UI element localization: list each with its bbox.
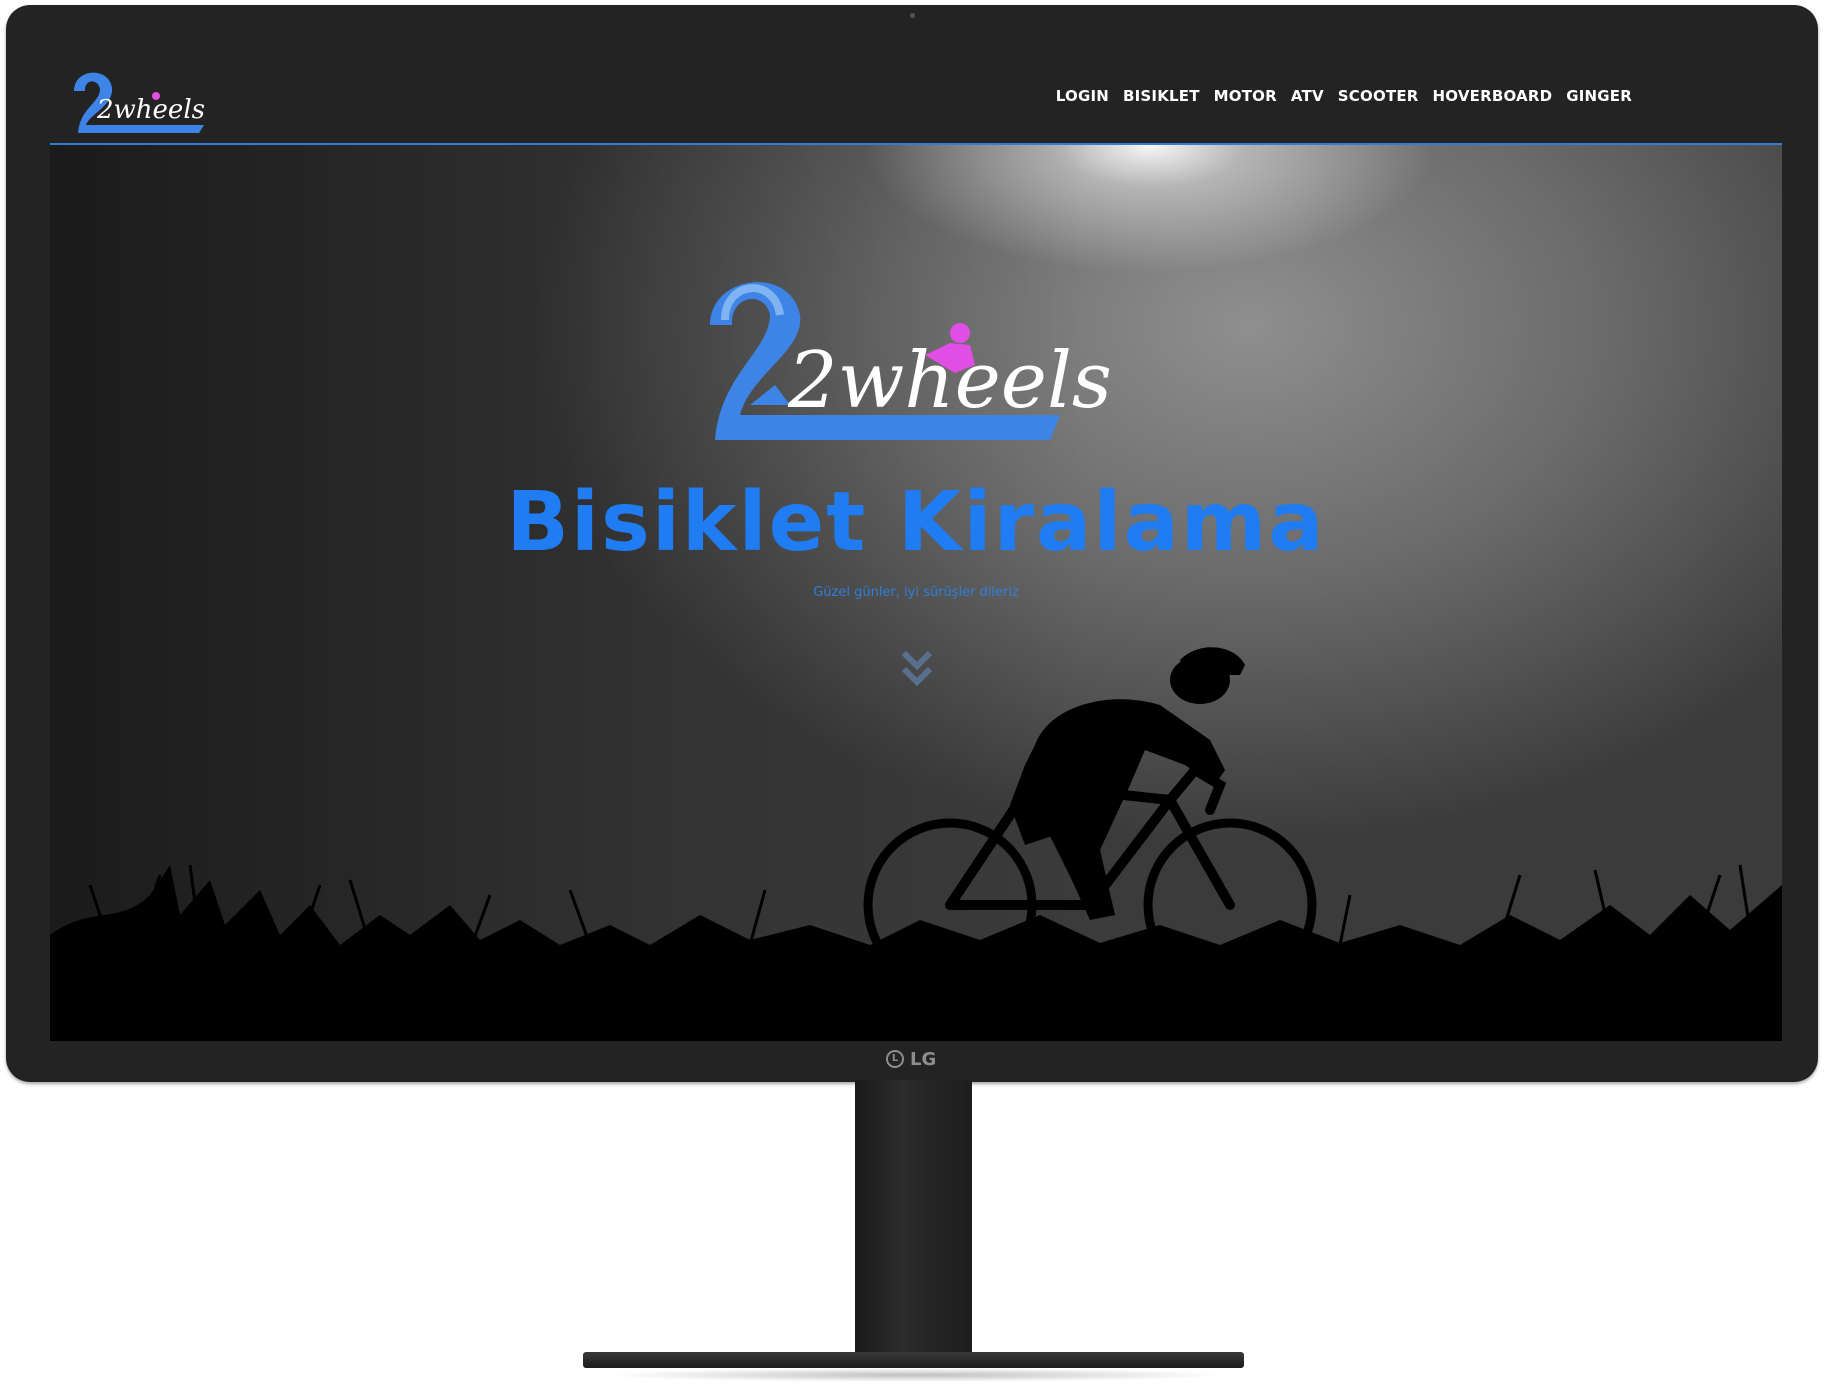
webcam-dot bbox=[910, 13, 915, 18]
chevron-double-down-icon[interactable] bbox=[900, 647, 934, 691]
nav-item-hoverboard[interactable]: HOVERBOARD bbox=[1433, 87, 1553, 105]
top-navbar: 2wheels LOGIN BISIKLET MOTOR ATV SCOOTER… bbox=[50, 53, 1782, 145]
main-menu: LOGIN BISIKLET MOTOR ATV SCOOTER HOVERBO… bbox=[1056, 87, 1632, 105]
hero-title: Bisiklet Kiralama bbox=[506, 475, 1326, 570]
lg-circle-icon: L bbox=[886, 1050, 904, 1068]
nav-item-bisiklet[interactable]: BISIKLET bbox=[1123, 87, 1200, 105]
nav-item-login[interactable]: LOGIN bbox=[1056, 87, 1109, 105]
nav-item-scooter[interactable]: SCOOTER bbox=[1338, 87, 1419, 105]
nav-item-atv[interactable]: ATV bbox=[1291, 87, 1324, 105]
hero-subtitle: Güzel günler, iyi sürüşler dileriz bbox=[813, 585, 1019, 600]
nav-item-ginger[interactable]: GINGER bbox=[1566, 87, 1632, 105]
monitor-brand-logo: L LG bbox=[886, 1048, 937, 1070]
monitor-stand-base bbox=[583, 1352, 1244, 1368]
hero-section: 2wheels Bisiklet Kiralama Güzel günler, … bbox=[50, 145, 1782, 1041]
monitor-brand-text: LG bbox=[910, 1048, 937, 1070]
monitor-stand-neck bbox=[855, 1080, 972, 1355]
nav-logo-wordmark: 2wheels bbox=[96, 95, 205, 125]
nav-item-motor[interactable]: MOTOR bbox=[1214, 87, 1277, 105]
hero-logo: 2wheels bbox=[710, 282, 1112, 440]
monitor-frame: 2wheels Bisiklet Kiralama Güzel günler, … bbox=[6, 5, 1818, 1082]
nav-logo[interactable]: 2wheels bbox=[64, 63, 214, 133]
browser-viewport: 2wheels Bisiklet Kiralama Güzel günler, … bbox=[50, 53, 1782, 1041]
